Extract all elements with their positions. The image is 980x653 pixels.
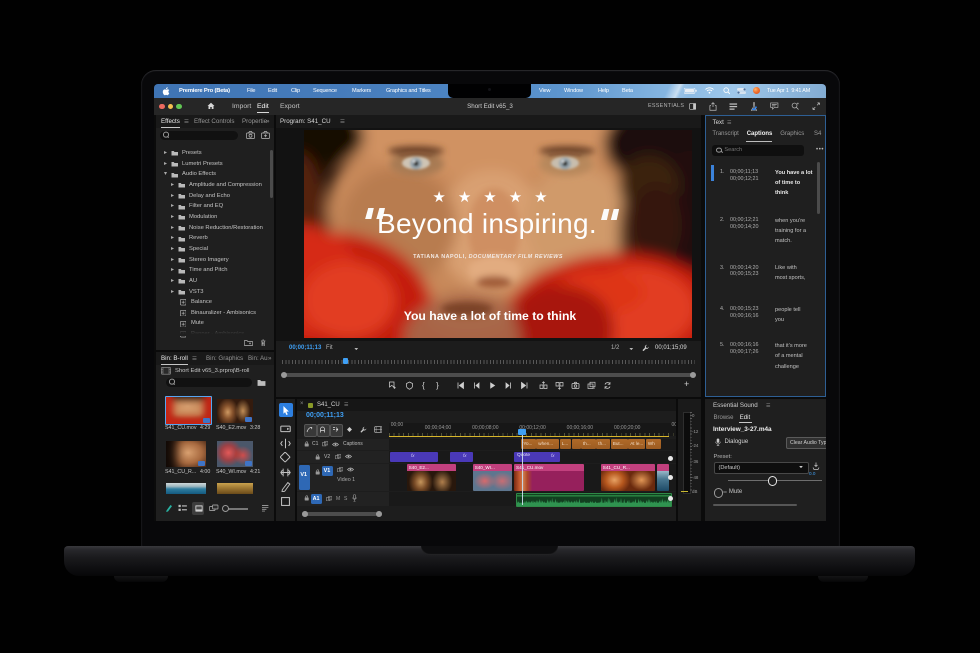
svg-text:1: 1 [593, 386, 595, 390]
